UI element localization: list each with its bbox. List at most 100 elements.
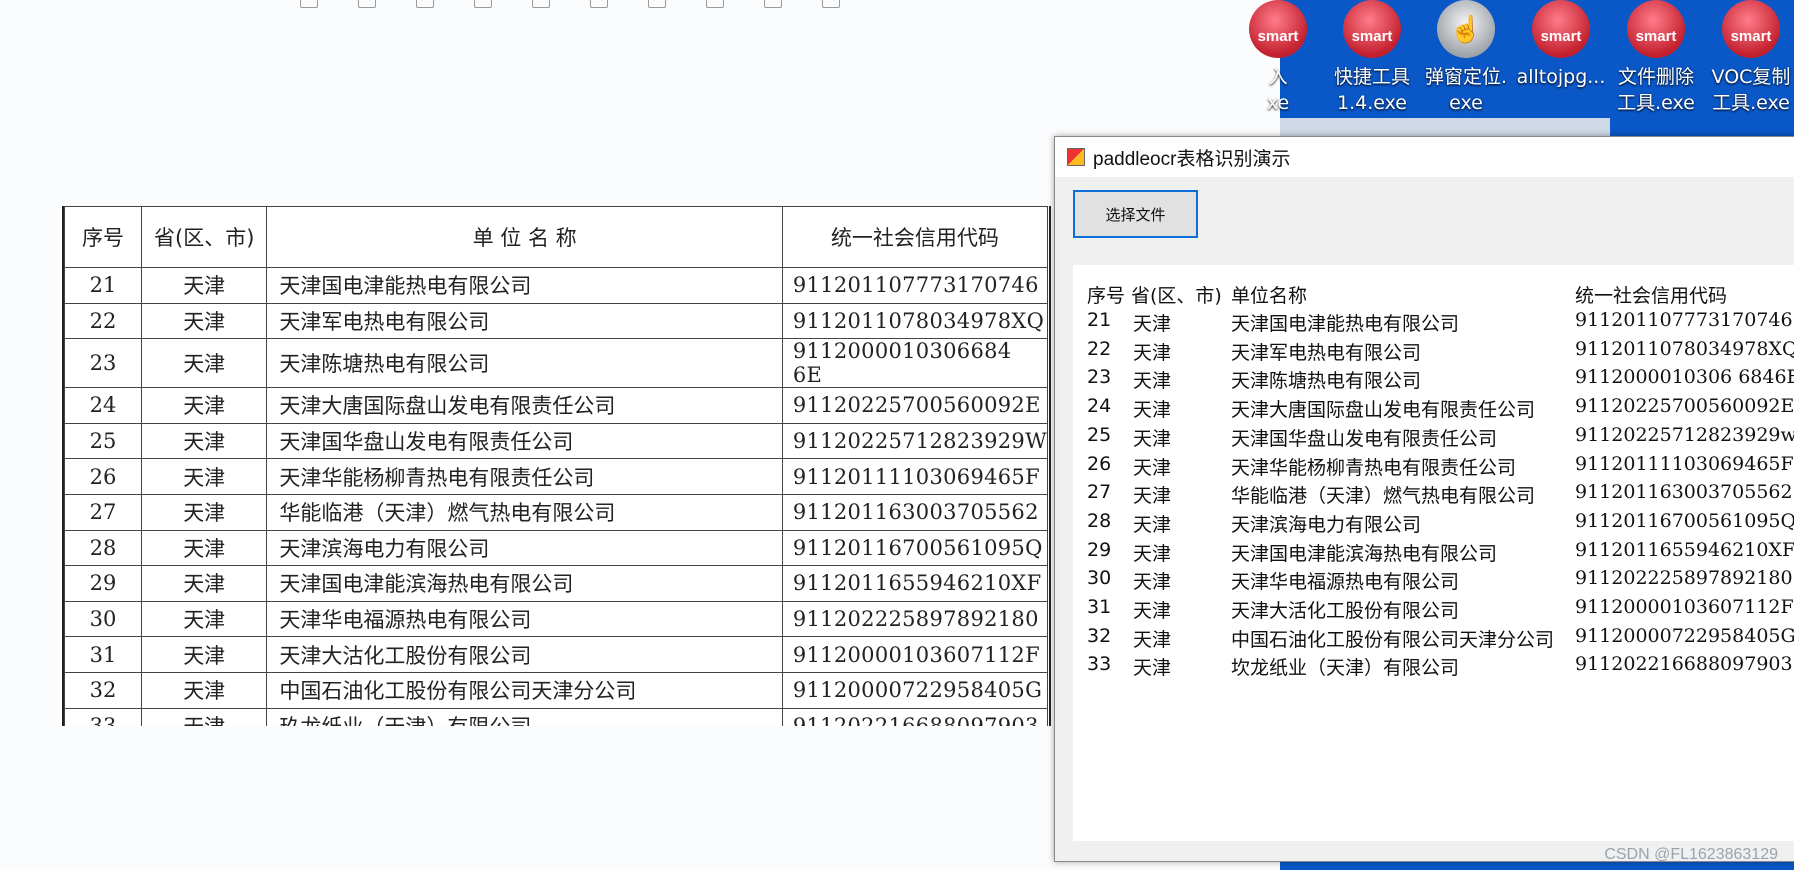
result-row: 32 天津 中国石油化工股份有限公司天津分公司 91120000722958405G — [1073, 625, 1794, 653]
result-num: 30 — [1087, 567, 1112, 590]
doc-table-header: 序号 省(区、市) 单 位 名 称 统一社会信用代码 — [64, 206, 1049, 268]
result-num: 24 — [1087, 395, 1112, 418]
row-num: 22 — [64, 302, 142, 340]
zoom-in-icon[interactable] — [416, 0, 434, 8]
result-province: 天津 — [1133, 600, 1172, 622]
row-province: 天津 — [140, 387, 268, 424]
smart-app-icon: smart — [1722, 0, 1780, 58]
result-num: 26 — [1087, 452, 1112, 475]
smart-app-icon: smart — [1532, 0, 1590, 58]
result-code: 9112011655946210XF — [1575, 538, 1794, 561]
result-row: 31 天津 天津大活化工股份有限公司 91120000103607112F — [1073, 596, 1794, 624]
result-num: 23 — [1087, 366, 1112, 389]
zoom-out-icon[interactable] — [474, 0, 492, 8]
doc-table-image: 序号 省(区、市) 单 位 名 称 统一社会信用代码 21 天津 天津国电津能热电有… — [62, 206, 1051, 726]
desktop-icon-alltojpg[interactable]: smart alltojpg... — [1515, 0, 1607, 90]
toolbar-icon[interactable] — [532, 0, 550, 8]
row-credit-code: 91120225712823929W — [781, 422, 1049, 460]
watermark: CSDN @FL1623863129 — [1604, 846, 1778, 863]
toolbar-icon[interactable] — [358, 0, 376, 8]
row-province: 天津 — [140, 600, 268, 638]
result-code: 91120000722958405G — [1575, 624, 1794, 647]
row-num: 25 — [64, 422, 142, 460]
desktop-icon-popup-locator[interactable]: ☝ 弹窗定位. exe — [1420, 0, 1512, 116]
result-name: 天津大活化工股份有限公司 — [1231, 600, 1460, 622]
desktop-icon-partial[interactable]: smart 入 xe — [1232, 0, 1324, 116]
result-row: 21 天津 天津国电津能热电有限公司 911201107773170746 — [1073, 309, 1794, 337]
row-province: 天津 — [140, 636, 268, 673]
result-header-code: 统一社会信用代码 — [1575, 285, 1728, 307]
row-num: 29 — [64, 565, 142, 602]
row-num: 23 — [64, 338, 142, 389]
result-row: 24 天津 天津大唐国际盘山发电有限责任公司 91120225700560092E — [1073, 395, 1794, 423]
row-unit-name: 玖龙纸业（天津）有限公司 — [266, 707, 783, 726]
row-credit-code: 9112011078034978XQ — [781, 302, 1049, 340]
result-num: 25 — [1087, 423, 1112, 446]
row-unit-name: 天津大唐国际盘山发电有限责任公司 — [266, 387, 783, 424]
result-header-row: 序号 省(区、市) 单位名称 统一社会信用代码 — [1073, 281, 1794, 309]
desktop-icon-voc-copy[interactable]: smart VOC复制 工具.exe — [1705, 0, 1794, 116]
row-num: 32 — [64, 671, 142, 709]
result-code: 9112011078034978XQ — [1575, 337, 1794, 360]
window-titlebar[interactable]: paddleocr表格识别演示 — [1055, 137, 1794, 177]
toolbar-icon[interactable] — [300, 0, 318, 8]
row-credit-code: 911201163003705562 — [781, 493, 1049, 531]
row-unit-name: 天津华电福源热电有限公司 — [266, 600, 783, 638]
result-name: 天津国华盘山发电有限责任公司 — [1231, 427, 1498, 450]
row-unit-name: 天津国电津能滨海热电有限公司 — [266, 565, 783, 602]
select-file-button[interactable]: 选择文件 — [1073, 190, 1198, 238]
table-row: 21 天津 天津国电津能热电有限公司 911201107773170746 — [64, 267, 1049, 304]
result-province: 天津 — [1133, 485, 1172, 508]
doc-toolbar — [300, 0, 1240, 8]
result-row: 25 天津 天津国华盘山发电有限责任公司 91120225712823929w — [1073, 424, 1794, 452]
result-row: 23 天津 天津陈塘热电有限公司 9112000010306 6846E — [1073, 366, 1794, 394]
table-row: 29 天津 天津国电津能滨海热电有限公司 9112011655946210XF — [64, 565, 1049, 602]
result-row: 30 天津 天津华电福源热电有限公司 911202225897892180 — [1073, 567, 1794, 595]
result-name: 天津国电津能热电有限公司 — [1231, 313, 1460, 335]
result-code: 9112000010306 6846E — [1575, 366, 1794, 389]
row-province: 天津 — [140, 565, 268, 602]
toolbar-icon[interactable] — [590, 0, 608, 8]
toolbar-icon[interactable] — [764, 0, 782, 8]
row-province: 天津 — [140, 458, 268, 495]
result-row: 29 天津 天津国电津能滨海热电有限公司 9112011655946210XF — [1073, 539, 1794, 567]
row-num: 24 — [64, 387, 142, 424]
toolbar-icon[interactable] — [822, 0, 840, 8]
header-unit-name: 单 位 名 称 — [266, 206, 783, 268]
row-credit-code: 911202225897892180 — [781, 600, 1049, 638]
ocr-result-area[interactable]: 序号 省(区、市) 单位名称 统一社会信用代码 21 天津 天津国电津能热电有限公司… — [1073, 265, 1794, 841]
result-num: 21 — [1087, 309, 1112, 331]
result-code: 91120116700561095Q — [1575, 509, 1794, 532]
header-num: 序号 — [64, 206, 142, 268]
desktop-icon-quick-tool[interactable]: smart 快捷工具 1.4.exe — [1326, 0, 1418, 116]
result-name: 天津滨海电力有限公司 — [1231, 513, 1422, 536]
desktop-icon-label: 弹窗定位. exe — [1424, 66, 1508, 114]
row-credit-code: 911201107773170746 — [781, 267, 1049, 304]
result-header-num: 序号 — [1087, 285, 1126, 307]
result-code: 911201107773170746 — [1575, 309, 1793, 331]
result-name: 华能临港（天津）燃气热电有限公司 — [1231, 485, 1536, 508]
toolbar-icon[interactable] — [648, 0, 666, 8]
row-credit-code: 9112011655946210XF — [781, 565, 1049, 602]
table-row: 28 天津 天津滨海电力有限公司 91120116700561095Q — [64, 529, 1049, 567]
row-unit-name: 天津陈塘热电有限公司 — [266, 338, 783, 389]
row-province: 天津 — [140, 267, 268, 304]
row-province: 天津 — [140, 302, 268, 340]
window-title: paddleocr表格识别演示 — [1093, 148, 1291, 170]
row-num: 33 — [64, 707, 142, 726]
result-province: 天津 — [1133, 341, 1172, 364]
result-code: 91120225700560092E — [1575, 395, 1794, 418]
toolbar-icon[interactable] — [706, 0, 724, 8]
doc-table: 序号 省(区、市) 单 位 名 称 统一社会信用代码 21 天津 天津国电津能热电有… — [64, 206, 1049, 726]
result-name: 天津华电福源热电有限公司 — [1231, 571, 1460, 594]
result-num: 22 — [1087, 337, 1112, 360]
result-province: 天津 — [1133, 313, 1172, 335]
result-row: 33 天津 坎龙纸业（天津）有限公司 911202216688097903 — [1073, 653, 1794, 681]
result-province: 天津 — [1133, 571, 1172, 594]
desktop-icon-file-delete[interactable]: smart 文件删除 工具.exe — [1610, 0, 1702, 116]
row-unit-name: 华能临港（天津）燃气热电有限公司 — [266, 493, 783, 531]
row-num: 26 — [64, 458, 142, 495]
table-row: 22 天津 天津军电热电有限公司 9112011078034978XQ — [64, 302, 1049, 340]
pointer-hand-icon: ☝ — [1437, 0, 1495, 58]
result-province: 天津 — [1133, 657, 1172, 680]
